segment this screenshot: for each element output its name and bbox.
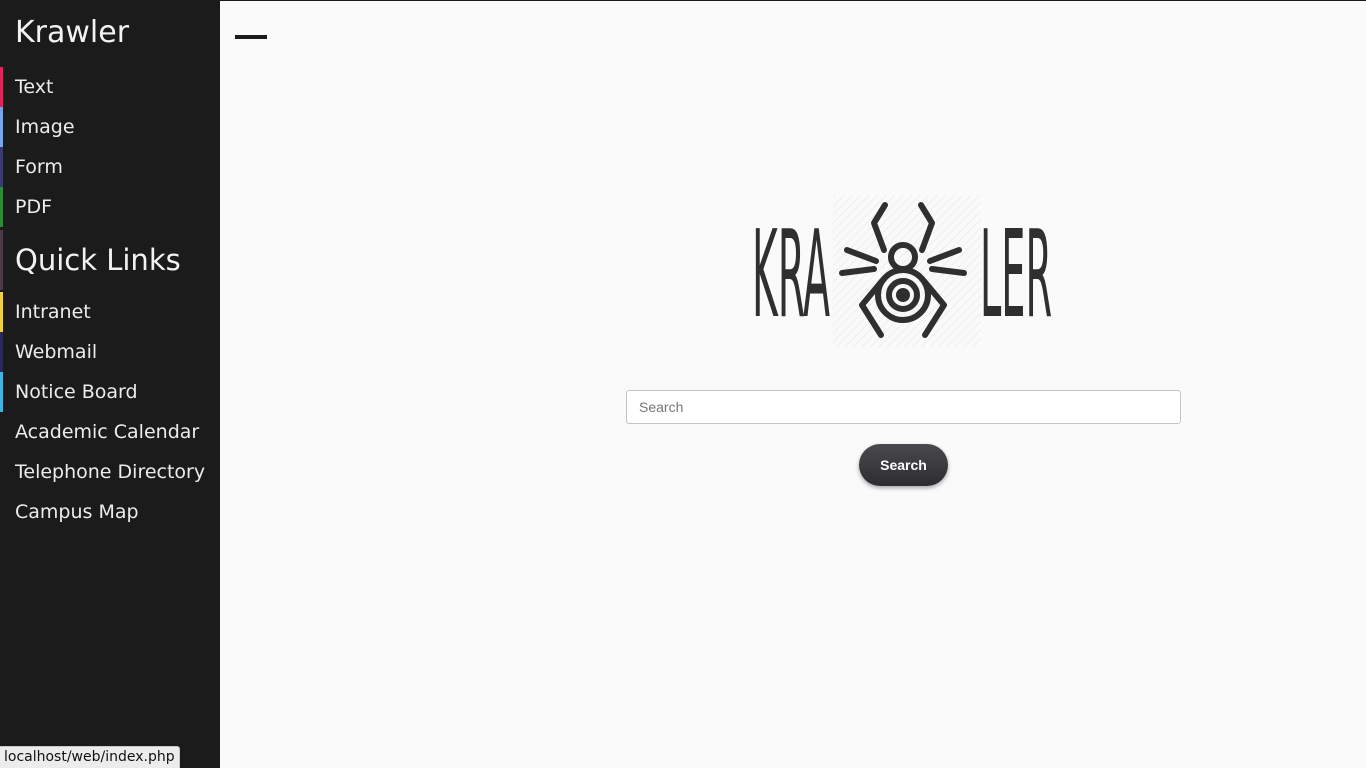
sidebar-item-webmail[interactable]: Webmail <box>0 332 220 372</box>
logo-left-text: KRA <box>752 206 830 345</box>
logo-right-text: LER <box>980 206 1052 345</box>
sidebar-item-notice-board[interactable]: Notice Board <box>0 372 220 412</box>
sidebar-item-academic-calendar[interactable]: Academic Calendar <box>0 412 220 452</box>
sidebar-item-intranet[interactable]: Intranet <box>0 292 220 332</box>
quick-links-heading: Quick Links <box>0 230 220 290</box>
search-button[interactable]: Search <box>859 444 948 486</box>
sidebar-item-pdf[interactable]: PDF <box>0 187 220 227</box>
logo-graphic: KRA LER <box>752 195 1052 347</box>
sidebar-item-form[interactable]: Form <box>0 147 220 187</box>
sidebar-item-image[interactable]: Image <box>0 107 220 147</box>
sidebar-item-text[interactable]: Text <box>0 67 220 107</box>
menu-toggle-icon[interactable] <box>235 35 267 39</box>
status-bar-url: localhost/web/index.php <box>0 746 180 768</box>
sidebar: Krawler Text Image Form PDF Quick Links … <box>0 0 220 768</box>
sidebar-item-campus-map[interactable]: Campus Map <box>0 492 220 532</box>
brand-title[interactable]: Krawler <box>15 15 129 51</box>
krawler-logo: KRA LER <box>750 195 1060 347</box>
sidebar-item-telephone-directory[interactable]: Telephone Directory <box>0 452 220 492</box>
search-input[interactable] <box>626 390 1181 424</box>
